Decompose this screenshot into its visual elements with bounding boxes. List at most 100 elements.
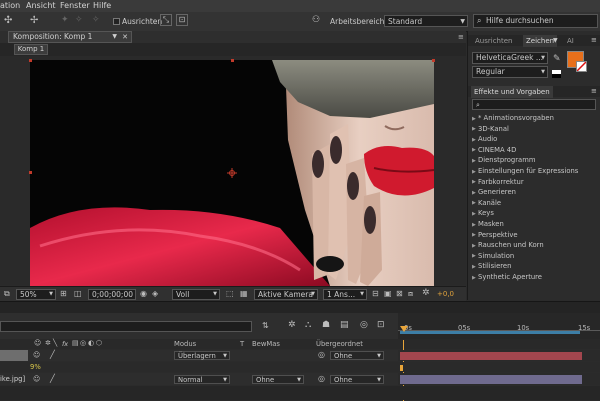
composition-panel-tab[interactable]: Komposition: Komp 1 ▼ ✕ (8, 31, 132, 43)
tool-icon[interactable]: ✧ (92, 15, 100, 25)
expand-arrow-icon[interactable]: ▶ (472, 243, 476, 249)
menu-item-fenster[interactable]: Fenster (60, 1, 90, 10)
frame-blending-icon[interactable]: ▤ (340, 320, 349, 330)
close-icon[interactable]: ✕ (122, 32, 128, 42)
layer-property-value[interactable]: 9% (30, 363, 41, 371)
quality-switch-icon[interactable]: ╱ (50, 350, 55, 359)
effects-category-item[interactable]: Rauschen und Korn (478, 241, 544, 249)
transparency-grid-icon[interactable]: ▦ (240, 289, 248, 298)
comp-mini-flowchart-icon[interactable]: ⇅ (262, 321, 269, 330)
effects-category-item[interactable]: Keys (478, 209, 494, 217)
effects-category-item[interactable]: Audio (478, 135, 497, 143)
eyedropper-icon[interactable]: ✎ (553, 54, 561, 64)
shape-tool-icon[interactable]: ✧ (75, 15, 83, 25)
effects-category-item[interactable]: Einstellungen für Expressions (478, 167, 578, 175)
timecode-field[interactable]: 0;00;00;00 (88, 289, 136, 300)
menu-item-hilfe[interactable]: Hilfe (93, 1, 111, 10)
work-area-bar[interactable] (400, 331, 580, 334)
panel-menu-icon[interactable]: ≡ (458, 33, 464, 41)
views-select[interactable]: 1 Ans... ▼ (323, 289, 367, 300)
panel-menu-icon[interactable]: ≡ (591, 87, 597, 95)
expand-arrow-icon[interactable]: ▶ (472, 169, 476, 175)
expand-arrow-icon[interactable]: ▶ (472, 222, 476, 228)
effects-search-input[interactable]: ⌕ (472, 99, 596, 110)
expand-arrow-icon[interactable]: ▶ (472, 264, 476, 270)
layer-handle[interactable] (29, 171, 32, 174)
help-search-input[interactable]: ⌕ Hilfe durchsuchen (473, 14, 598, 28)
snapshot-icon[interactable]: ◉ (140, 289, 147, 298)
layer-name[interactable]: ike.jpg] (0, 375, 25, 383)
hide-shy-layers-icon[interactable]: ☗ (322, 320, 330, 330)
effects-category-item[interactable]: Perspektive (478, 231, 518, 239)
layer-handle[interactable] (29, 59, 32, 62)
safe-margins-icon[interactable]: ⊞ (60, 289, 67, 298)
expand-arrow-icon[interactable]: ▶ (472, 116, 476, 122)
panel-menu-icon[interactable]: ≡ (591, 36, 597, 44)
expand-arrow-icon[interactable]: ▶ (472, 190, 476, 196)
composition-canvas[interactable] (30, 60, 434, 286)
expand-arrow-icon[interactable]: ▶ (472, 211, 476, 217)
effects-category-item[interactable]: Masken (478, 220, 504, 228)
stroke-color-swatch[interactable] (576, 61, 587, 72)
layer-row[interactable]: ike.jpg] ☺ ╱ Normal ▼ Ohne ▼ ◎ Ohne ▼ (0, 373, 398, 385)
motion-blur-icon[interactable]: ◎ (360, 320, 368, 330)
track-matte-select[interactable]: Ohne ▼ (252, 375, 304, 384)
menu-item-animation[interactable]: ation (0, 1, 20, 10)
quality-switch-icon[interactable]: ╱ (50, 374, 55, 383)
mode-select[interactable]: Überlagern ▼ (174, 351, 230, 360)
layer-row[interactable]: 9% (0, 362, 398, 372)
puppet-starch-tool-icon[interactable]: ✢ (30, 15, 38, 26)
keyframe-marker[interactable] (400, 365, 403, 371)
layer-duration-bar[interactable] (400, 352, 582, 360)
exposure-value[interactable]: +0,0 (437, 290, 454, 298)
effects-category-item[interactable]: Synthetic Aperture (478, 273, 542, 281)
mask-visibility-icon[interactable]: ◫ (74, 289, 82, 298)
puppet-pin-tool-icon[interactable]: ✣ (4, 15, 12, 26)
chevron-down-icon[interactable]: ▼ (112, 32, 117, 42)
tab-ai[interactable]: AI (567, 37, 574, 45)
pick-whip-icon[interactable]: ◎ (318, 350, 325, 359)
shy-switch-icon[interactable]: ☺ (33, 375, 40, 383)
expand-arrow-icon[interactable]: ▶ (472, 253, 476, 259)
toggle-pixel-aspect-icon[interactable]: ⊟ (372, 289, 379, 298)
effects-category-item[interactable]: CINEMA 4D (478, 146, 516, 154)
menu-item-ansicht[interactable]: Ansicht (26, 1, 56, 10)
fast-previews-icon[interactable]: ▣ (384, 289, 392, 298)
snap-icon[interactable]: ⤡ (160, 14, 172, 26)
effects-category-item[interactable]: Generieren (478, 188, 516, 196)
star-tool-icon[interactable]: ✦ (61, 15, 69, 25)
ausrichten-checkbox[interactable] (113, 18, 120, 25)
resolution-select[interactable]: Voll ▼ (172, 289, 220, 300)
graph-editor-icon[interactable]: ⊡ (377, 320, 385, 330)
workspace-select[interactable]: Standard ▼ (384, 15, 468, 27)
draft-3d-icon[interactable]: ⛬ (305, 320, 311, 330)
workspace-icon[interactable]: ⚇ (312, 15, 320, 25)
font-family-select[interactable]: HelveticaGreek ... ▼ (472, 52, 548, 64)
always-preview-icon[interactable]: ⧉ (4, 289, 10, 299)
playhead-icon[interactable] (400, 326, 408, 332)
shy-switch-icon[interactable]: ☺ (33, 351, 40, 359)
black-swatch[interactable] (552, 74, 561, 78)
layer-handle[interactable] (231, 59, 234, 62)
effects-category-item[interactable]: 3D-Kanal (478, 125, 509, 133)
composition-subtab[interactable]: Komp 1 (14, 44, 48, 55)
tab-zeichen[interactable]: Zeichen (523, 35, 558, 47)
layer-search-input[interactable] (0, 321, 252, 332)
layer-handle[interactable] (432, 59, 435, 62)
effects-category-item[interactable]: Simulation (478, 252, 514, 260)
parent-select[interactable]: Ohne ▼ (330, 375, 384, 384)
tab-ausrichten[interactable]: Ausrichten (475, 37, 512, 45)
live-update-icon[interactable]: ✲ (288, 320, 296, 330)
expand-arrow-icon[interactable]: ▶ (472, 275, 476, 281)
camera-select[interactable]: Aktive Kamera ▼ (254, 289, 318, 300)
pick-whip-icon[interactable]: ◎ (318, 374, 325, 383)
expand-arrow-icon[interactable]: ▶ (472, 126, 476, 132)
time-ruler[interactable]: 0s 05s 10s 15s (398, 313, 600, 339)
mode-select[interactable]: Normal ▼ (174, 375, 230, 384)
effects-category-item[interactable]: Farbkorrektur (478, 178, 524, 186)
exposure-icon[interactable]: ✲ (422, 288, 430, 298)
tab-effekte-und-vorgaben[interactable]: Effekte und Vorgaben (471, 86, 553, 98)
layer-name-cell[interactable] (0, 350, 28, 361)
font-style-select[interactable]: Regular ▼ (472, 66, 548, 78)
layer-duration-bar[interactable] (400, 375, 582, 384)
